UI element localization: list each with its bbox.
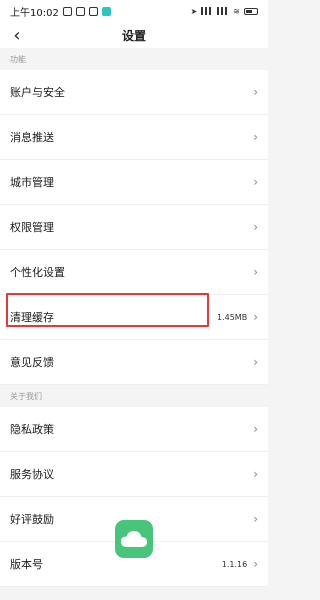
alarm-icon (75, 6, 85, 16)
row-label: 意见反馈 (10, 356, 54, 369)
settings-list: 账户与安全 › 消息推送 › 城市管理 › 权限管理 › 个性化设置 › 清理缓… (0, 70, 268, 385)
battery-icon (244, 7, 258, 15)
row-service-agreement[interactable]: 服务协议 › (0, 452, 268, 497)
row-label: 个性化设置 (10, 266, 65, 279)
chevron-right-icon: › (253, 422, 258, 436)
row-label: 版本号 (10, 558, 43, 571)
chevron-right-icon: › (253, 310, 258, 324)
app-notification-icon (101, 6, 111, 16)
headset-icon (88, 6, 98, 16)
row-clear-cache[interactable]: 清理缓存 1.45MB › (0, 293, 268, 340)
location-icon: ➤ (190, 6, 198, 16)
row-city-management[interactable]: 城市管理 › (0, 160, 268, 205)
page-title: 设置 (121, 28, 146, 43)
chevron-right-icon: › (253, 355, 258, 369)
row-label: 服务协议 (10, 468, 54, 481)
app-logo-area (0, 520, 268, 558)
chevron-right-icon: › (253, 85, 258, 99)
row-account-security[interactable]: 账户与安全 › (0, 70, 268, 115)
chevron-right-icon: › (253, 467, 258, 481)
back-icon[interactable]: ‹ (6, 22, 28, 48)
chevron-right-icon: › (253, 265, 258, 279)
app-logo (115, 520, 153, 558)
signal-icon (201, 7, 214, 15)
row-message-push[interactable]: 消息推送 › (0, 115, 268, 160)
notification-icon (62, 6, 72, 16)
cloud-icon (121, 531, 147, 547)
chevron-right-icon: › (253, 175, 258, 189)
row-privacy-policy[interactable]: 隐私政策 › (0, 407, 268, 452)
row-label: 清理缓存 (10, 311, 54, 324)
row-label: 城市管理 (10, 176, 54, 189)
row-label: 消息推送 (10, 131, 54, 144)
version-number: 1.1.16 (221, 559, 248, 569)
row-label: 权限管理 (10, 221, 54, 234)
about-list: 隐私政策 › 服务协议 › 好评鼓励 › 版本号 1.1.16 › (0, 407, 268, 587)
wifi-icon: ≋ (233, 6, 240, 16)
status-time: 上午10:02 (10, 7, 59, 19)
row-feedback[interactable]: 意见反馈 › (0, 340, 268, 385)
section-label: 关于我们 (10, 391, 42, 401)
row-personalization[interactable]: 个性化设置 › (0, 250, 268, 295)
status-bar: 上午10:02 ➤ ≋ (0, 0, 268, 22)
chevron-right-icon: › (253, 220, 258, 234)
chevron-right-icon: › (253, 557, 258, 571)
row-permission-management[interactable]: 权限管理 › (0, 205, 268, 250)
chevron-right-icon: › (253, 130, 258, 144)
cache-size: 1.45MB (216, 312, 248, 322)
row-label: 隐私政策 (10, 423, 54, 436)
header: ‹ 设置 (0, 22, 268, 48)
section-function: 功能 账户与安全 › 消息推送 › 城市管理 › 权限管理 › 个性化设置 › … (0, 48, 268, 385)
row-label: 账户与安全 (10, 86, 65, 99)
section-label: 功能 (10, 54, 26, 64)
signal-2-icon (217, 7, 230, 15)
